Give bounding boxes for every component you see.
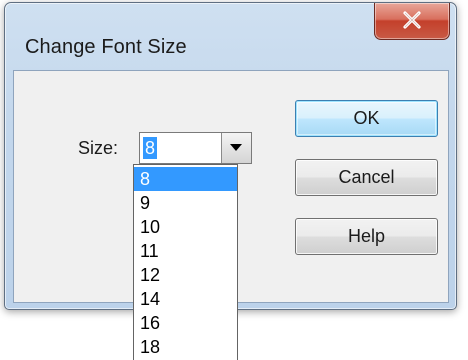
- size-combobox-toggle[interactable]: [221, 133, 251, 163]
- size-option[interactable]: 9: [134, 191, 237, 215]
- close-button[interactable]: [374, 3, 450, 40]
- screen: Change Font Size Size: 8 OK Cancel Help …: [0, 0, 468, 360]
- size-label: Size:: [78, 138, 119, 158]
- title-bar[interactable]: Change Font Size: [5, 3, 456, 58]
- help-button[interactable]: Help: [295, 218, 438, 255]
- size-option[interactable]: 18: [134, 335, 237, 359]
- size-option[interactable]: 10: [134, 215, 237, 239]
- ok-button[interactable]: OK: [295, 100, 438, 137]
- size-option[interactable]: 8: [134, 167, 237, 191]
- size-dropdown-list[interactable]: 8 9 10 11 12 14 16 18: [133, 164, 238, 360]
- size-option[interactable]: 11: [134, 239, 237, 263]
- size-combobox-value[interactable]: 8: [143, 137, 158, 159]
- dialog-title: Change Font Size: [25, 36, 187, 58]
- size-option[interactable]: 16: [134, 311, 237, 335]
- size-combobox[interactable]: 8: [139, 132, 252, 164]
- close-icon: [403, 11, 421, 29]
- cancel-button[interactable]: Cancel: [295, 159, 438, 196]
- chevron-down-icon: [230, 144, 242, 151]
- size-option[interactable]: 14: [134, 287, 237, 311]
- size-option[interactable]: 12: [134, 263, 237, 287]
